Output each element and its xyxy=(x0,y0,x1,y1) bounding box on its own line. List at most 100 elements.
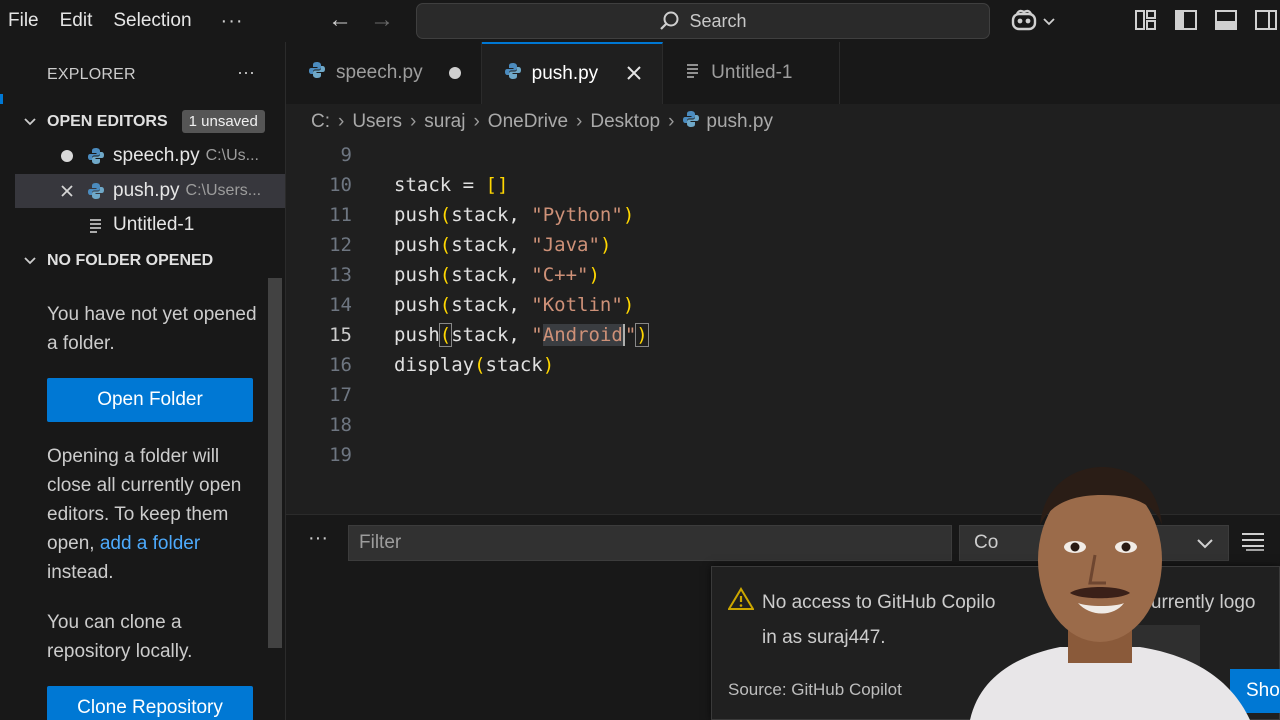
menu-more-button[interactable]: ··· xyxy=(221,10,244,33)
filter-input[interactable]: Filter xyxy=(348,525,952,561)
code-text: push(stack, "Java") xyxy=(394,234,612,256)
forward-arrow-icon[interactable]: → xyxy=(370,6,394,34)
code-line[interactable]: 14 push(stack, "Kotlin") xyxy=(286,290,1280,320)
code-line[interactable]: 18 xyxy=(286,410,1280,440)
back-arrow-icon[interactable]: ← xyxy=(328,6,352,34)
explorer-more-button[interactable]: ··· xyxy=(237,62,255,83)
line-number: 12 xyxy=(329,234,352,256)
text-file-icon xyxy=(685,62,701,84)
copilot-menu[interactable] xyxy=(1010,8,1056,37)
code-text: stack = [] xyxy=(394,174,509,196)
tab-label: push.py xyxy=(531,63,599,84)
line-number: 11 xyxy=(329,204,352,226)
open-editor-name: Untitled-1 xyxy=(113,214,195,235)
close-icon[interactable] xyxy=(626,61,642,87)
code-text: push(stack, "C++") xyxy=(394,264,600,286)
code-text: push(stack, "Kotlin") xyxy=(394,294,635,316)
line-number: 10 xyxy=(329,174,352,196)
breadcrumb-item[interactable]: push.py xyxy=(706,111,773,133)
breadcrumb-item[interactable]: C: xyxy=(311,111,330,133)
notification-message-line1-tail: are currently logo xyxy=(1108,592,1256,613)
code-line[interactable]: 19 xyxy=(286,440,1280,470)
menu-file[interactable]: File xyxy=(8,10,52,32)
copilot-icon xyxy=(1010,8,1038,37)
search-label: Search xyxy=(689,10,747,31)
python-file-icon xyxy=(504,62,522,86)
notification-message-line2: in as suraj447. xyxy=(762,627,886,648)
explorer-sidebar: EXPLORER ··· OPEN EDITORS 1 unsaved spee… xyxy=(15,42,286,720)
code-line[interactable]: 12 push(stack, "Java") xyxy=(286,230,1280,260)
modified-dot-icon xyxy=(49,150,85,162)
open-editor-path: C:\Users... xyxy=(185,182,262,199)
add-folder-link[interactable]: add a folder xyxy=(100,533,200,554)
tab-speech[interactable]: speech.py xyxy=(286,42,482,104)
code-line[interactable]: 10 stack = [] xyxy=(286,170,1280,200)
menu-bar: File Edit Selection ··· xyxy=(0,0,244,42)
line-number: 15 xyxy=(329,324,352,346)
chevron-right-icon: › xyxy=(409,111,417,132)
code-line[interactable]: 16 display(stack) xyxy=(286,350,1280,380)
open-editors-header[interactable]: OPEN EDITORS 1 unsaved xyxy=(23,110,265,133)
layout-controls xyxy=(1134,8,1278,32)
breadcrumb-item[interactable]: Desktop xyxy=(590,111,660,133)
no-folder-title: NO FOLDER OPENED xyxy=(47,252,214,269)
close-icon[interactable] xyxy=(49,184,85,198)
toggle-panel-icon[interactable] xyxy=(1214,8,1238,32)
output-channel-dropdown[interactable]: Co xyxy=(959,525,1229,561)
chevron-right-icon: › xyxy=(576,111,583,132)
no-folder-header[interactable]: NO FOLDER OPENED xyxy=(23,252,213,270)
code-line[interactable]: 11 push(stack, "Python") xyxy=(286,200,1280,230)
opening-folder-message: Opening a folder will close all currentl… xyxy=(47,442,257,587)
menu-selection[interactable]: Selection xyxy=(113,10,204,32)
code-text: push(stack, "Python") xyxy=(394,204,635,226)
notification-message: No access to GitHub Copilo are currently… xyxy=(762,585,1280,655)
clone-message: You can clone a repository locally. xyxy=(47,612,193,662)
breadcrumb-item[interactable]: suraj xyxy=(424,111,465,133)
open-editor-item-untitled[interactable]: Untitled-1 xyxy=(15,208,285,242)
word-wrap-icon[interactable] xyxy=(1240,531,1266,556)
chevron-down-icon xyxy=(1042,14,1056,32)
breadcrumb-item[interactable]: Users xyxy=(352,111,402,133)
clone-repository-button[interactable]: Clone Repository xyxy=(47,686,253,720)
notification-source: Source: GitHub Copilot xyxy=(728,680,902,699)
open-editor-name: push.py xyxy=(113,180,180,201)
open-editor-item-push[interactable]: push.py C:\Users... xyxy=(15,174,285,208)
customize-layout-icon[interactable] xyxy=(1134,8,1158,32)
chevron-down-icon xyxy=(1196,532,1214,560)
open-folder-button[interactable]: Open Folder xyxy=(47,378,253,422)
code-line[interactable]: 15 push(stack, "Android ") xyxy=(286,320,1280,350)
chevron-right-icon: › xyxy=(473,111,480,132)
sidebar-scrollbar[interactable] xyxy=(268,278,282,648)
explorer-title: EXPLORER xyxy=(47,66,136,83)
code-editor[interactable]: 9 10 stack = [] 11 push(stack, "Python") 12 pu… xyxy=(286,140,1280,512)
line-number: 14 xyxy=(329,294,352,316)
code-line[interactable]: 13 push(stack, "C++") xyxy=(286,260,1280,290)
python-file-icon xyxy=(308,61,326,85)
panel-more-button[interactable]: ··· xyxy=(308,527,328,550)
tab-untitled[interactable]: Untitled-1 xyxy=(663,42,840,104)
chevron-down-icon xyxy=(23,114,39,130)
activity-indicator xyxy=(0,94,3,104)
python-file-icon xyxy=(87,182,105,200)
dropdown-value: Co xyxy=(974,532,999,553)
search-icon xyxy=(659,10,681,32)
chevron-down-icon xyxy=(23,253,39,269)
show-button[interactable]: Sho xyxy=(1230,669,1280,713)
open-editor-path: C:\Us... xyxy=(205,147,259,164)
copilot-notification: No access to GitHub Copilo are currently… xyxy=(711,566,1280,720)
line-number: 17 xyxy=(329,384,352,406)
tab-push[interactable]: push.py xyxy=(481,42,664,104)
open-editor-item-speech[interactable]: speech.py C:\Us... xyxy=(15,139,285,173)
line-number: 9 xyxy=(340,144,352,166)
code-line[interactable]: 17 xyxy=(286,380,1280,410)
modified-dot-icon[interactable] xyxy=(448,67,461,79)
code-text: push(stack, "Android ") xyxy=(394,322,649,347)
menu-edit[interactable]: Edit xyxy=(60,10,106,32)
toggle-primary-sidebar-icon[interactable] xyxy=(1174,8,1198,32)
breadcrumb-item[interactable]: OneDrive xyxy=(488,111,568,133)
unsaved-badge: 1 unsaved xyxy=(181,110,265,133)
code-line[interactable]: 9 xyxy=(286,140,1280,170)
line-number: 16 xyxy=(329,354,352,376)
toggle-secondary-sidebar-icon[interactable] xyxy=(1254,8,1278,32)
command-center-search[interactable]: Search xyxy=(416,3,990,39)
